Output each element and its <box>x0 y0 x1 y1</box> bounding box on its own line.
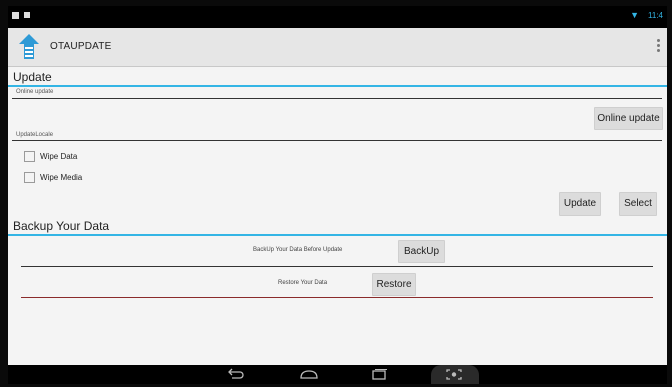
wipe-media-label: Wipe Media <box>40 173 83 182</box>
select-button[interactable]: Select <box>619 192 657 216</box>
update-section-title: Update <box>13 70 52 84</box>
update-locale-divider <box>12 140 662 141</box>
backup-section-divider <box>8 234 667 236</box>
main-content: Update Online update Online update Updat… <box>8 67 667 365</box>
notification-icon-2 <box>24 12 30 18</box>
device-screen: ▼ 11:4 OTAUPDATE Update Online update On… <box>8 6 667 384</box>
online-update-button[interactable]: Online update <box>594 107 663 130</box>
update-section-divider <box>8 85 667 87</box>
wipe-data-label: Wipe Data <box>40 152 78 161</box>
notification-icon <box>12 12 19 19</box>
clock: 11:4 <box>648 11 663 20</box>
backup-divider <box>21 266 653 267</box>
update-button[interactable]: Update <box>559 192 601 216</box>
online-update-divider <box>12 98 662 99</box>
restore-button[interactable]: Restore <box>372 273 416 296</box>
app-update-icon <box>19 34 39 59</box>
wipe-data-checkbox[interactable] <box>24 151 35 162</box>
restore-divider <box>21 297 653 298</box>
status-bar: ▼ 11:4 <box>8 6 667 28</box>
screenshot-icon[interactable] <box>445 368 463 381</box>
wipe-media-checkbox[interactable] <box>24 172 35 183</box>
restore-label: Restore Your Data <box>278 280 328 286</box>
app-title: OTAUPDATE <box>50 41 112 52</box>
action-bar: OTAUPDATE <box>8 28 667 67</box>
backup-button[interactable]: BackUp <box>398 240 445 263</box>
update-locale-label: UpdateLocale <box>16 132 54 138</box>
backup-section-title: Backup Your Data <box>13 219 110 233</box>
backup-label: BackUp Your Data Before Update <box>253 247 343 253</box>
recents-icon[interactable] <box>370 368 388 380</box>
back-icon[interactable] <box>226 368 244 380</box>
wifi-icon: ▼ <box>630 10 639 20</box>
home-icon[interactable] <box>299 368 319 380</box>
navigation-bar <box>8 365 667 384</box>
overflow-menu-icon[interactable] <box>657 39 661 55</box>
online-update-label: Online update <box>16 89 54 95</box>
